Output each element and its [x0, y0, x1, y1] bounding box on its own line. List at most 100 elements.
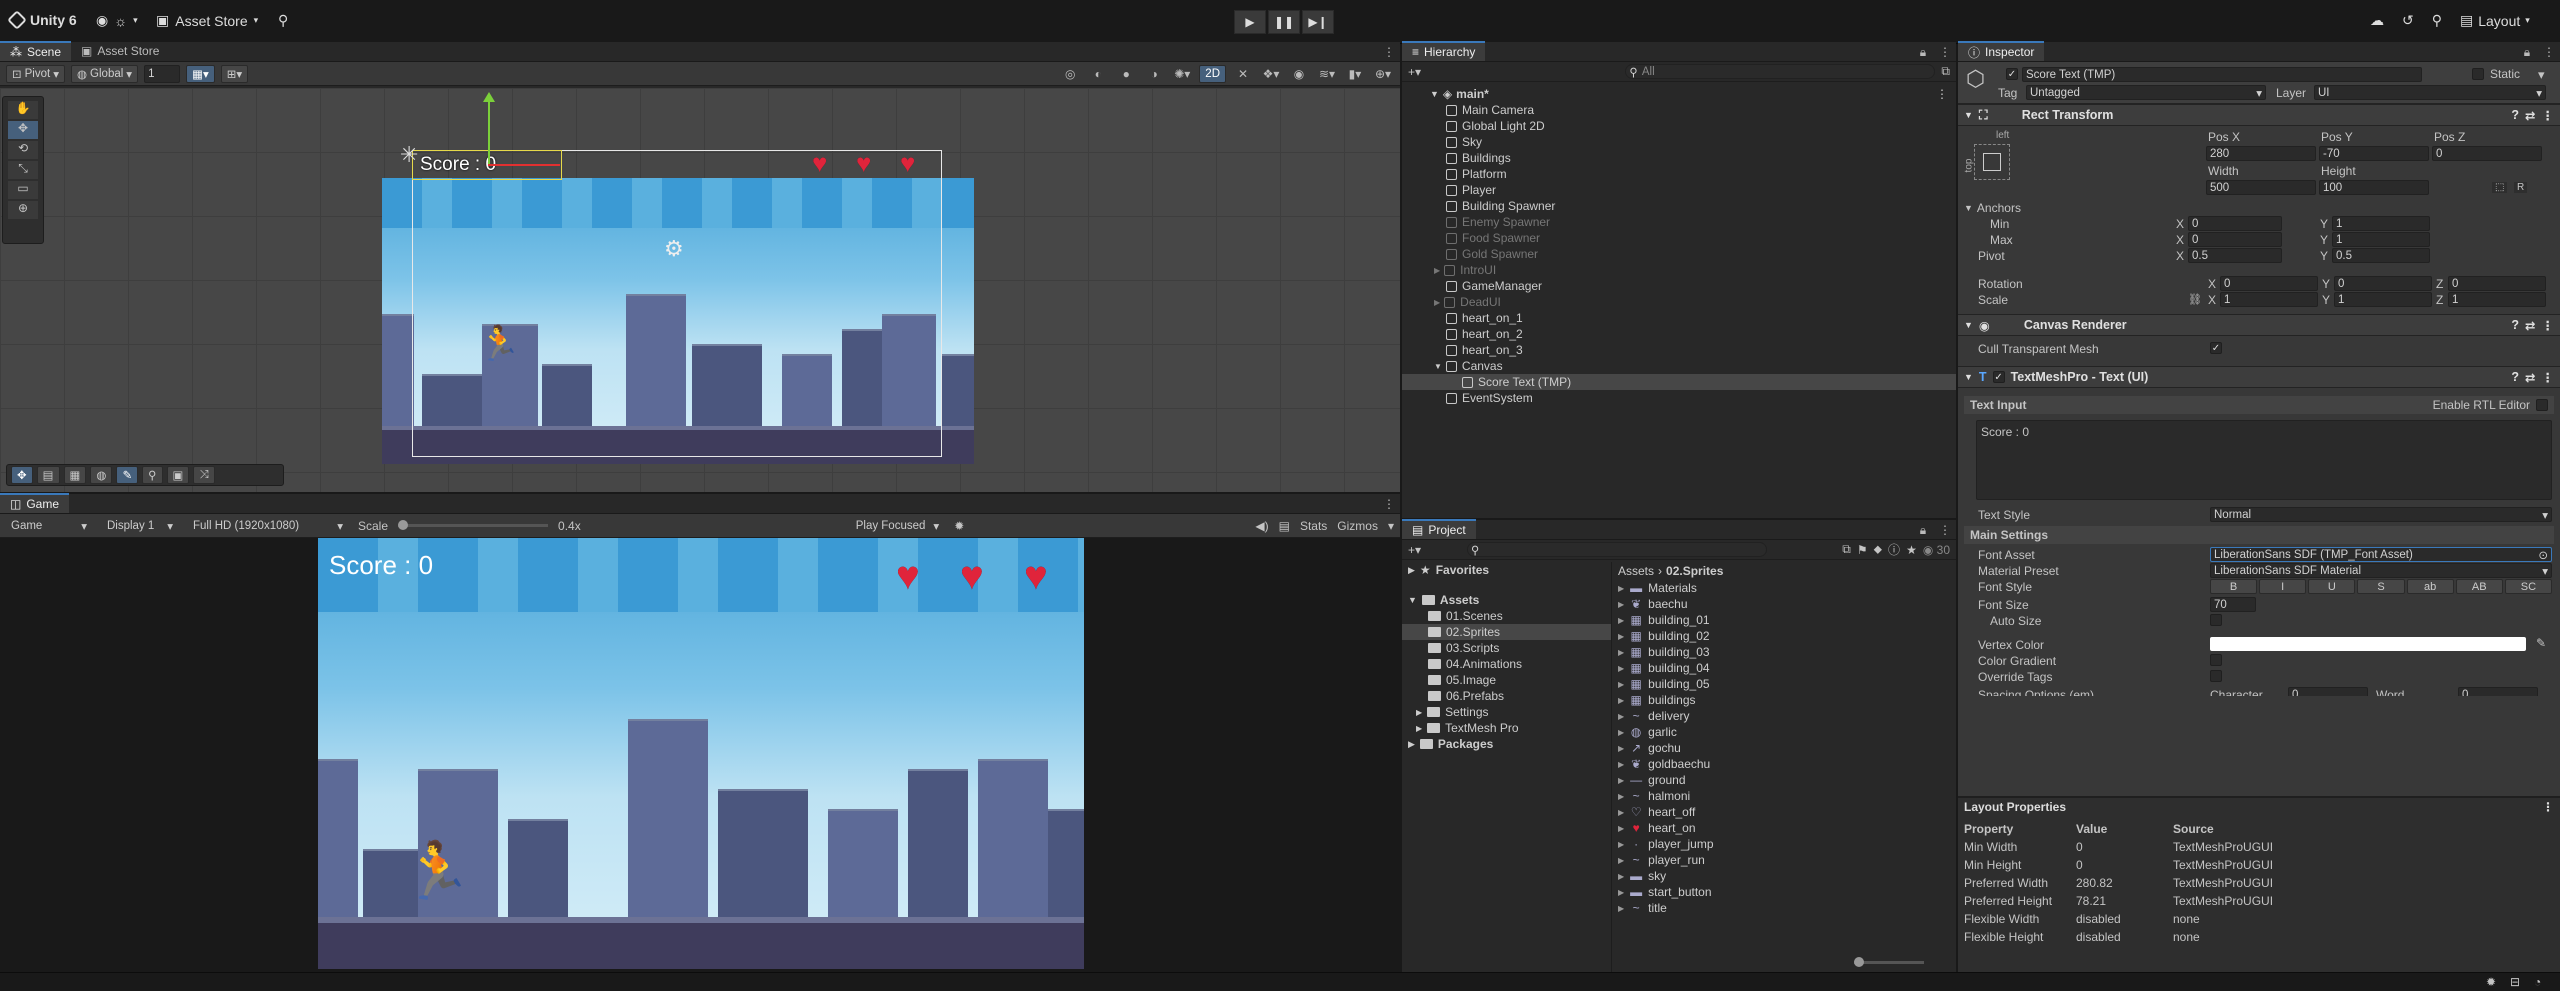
favorites-item[interactable]: ▶ ★ Favorites — [1402, 562, 1611, 578]
font-style-button[interactable]: B — [2210, 579, 2258, 594]
chevron-down-icon[interactable]: ▾ — [2538, 67, 2545, 83]
help-icon[interactable]: ? — [2511, 108, 2519, 122]
pivot-y-field[interactable]: 0.5 — [2332, 248, 2430, 263]
project-folder-item[interactable]: 05.Image — [1402, 672, 1611, 688]
paint-icon[interactable]: ✎ — [116, 466, 139, 484]
more-menu-icon[interactable]: ⋮ — [2542, 370, 2555, 385]
anchor-max-x-field[interactable]: 0 — [2188, 232, 2282, 247]
sprite-icon[interactable]: ◍ — [90, 466, 113, 484]
more-menu-icon[interactable]: ⋮ — [1936, 87, 1948, 101]
game-mode-dropdown[interactable]: Game ▾ — [6, 517, 92, 535]
hierarchy-item[interactable]: Food Spawner — [1402, 230, 1956, 246]
anchor-max-y-field[interactable]: 1 — [2332, 232, 2430, 247]
more-menu-icon[interactable]: ⋮ — [1934, 43, 1956, 61]
bug-icon[interactable]: ✹ — [954, 519, 964, 533]
font-style-button[interactable]: ab — [2406, 579, 2454, 594]
project-file-item[interactable]: ▶ ▦ building_03 — [1614, 644, 1954, 660]
hierarchy-item[interactable]: Score Text (TMP) — [1402, 374, 1956, 390]
project-file-item[interactable]: ▶ ♡ heart_off — [1614, 804, 1954, 820]
hierarchy-item[interactable]: Platform — [1402, 166, 1956, 182]
tilemap-icon[interactable]: ▤ — [36, 466, 60, 484]
project-folder-item[interactable]: ▶ Settings — [1402, 704, 1611, 720]
star-icon[interactable]: ★ — [1906, 543, 1917, 557]
static-checkbox[interactable] — [2472, 68, 2484, 80]
rot-y-field[interactable]: 0 — [2334, 276, 2432, 291]
more-menu-icon[interactable]: ⋮ — [1378, 43, 1400, 61]
hierarchy-item[interactable]: GameManager — [1402, 278, 1956, 294]
height-field[interactable]: 100 — [2319, 180, 2429, 195]
grid-size-field[interactable]: 1 — [144, 64, 181, 83]
tmp-header[interactable]: ▼ T ✓ TextMeshPro - Text (UI) ? ⇄ ⋮ — [1958, 366, 2560, 388]
hierarchy-item[interactable]: EventSystem — [1402, 390, 1956, 406]
more-menu-icon[interactable]: ⋮ — [2542, 108, 2555, 123]
camera-icon[interactable]: ▮▾ — [1344, 65, 1366, 83]
cache-icon[interactable]: ⊟ — [2510, 975, 2520, 989]
rot-x-field[interactable]: 0 — [2220, 276, 2318, 291]
shuffle-icon[interactable]: ⤨ — [193, 466, 215, 484]
tmp-enabled-checkbox[interactable]: ✓ — [1992, 371, 2005, 383]
project-file-item[interactable]: ▶ ~ title — [1614, 900, 1954, 916]
preset-icon[interactable]: ⇄ — [2525, 370, 2535, 385]
display-dropdown[interactable]: Display 1 ▾ — [102, 517, 178, 535]
play-button[interactable]: ▶ — [1234, 10, 1266, 34]
pause-button[interactable]: ❚❚ — [1268, 10, 1300, 34]
snap-increment-button[interactable]: ⊞▾ — [220, 64, 249, 83]
history-icon[interactable]: ↺ — [2402, 12, 2414, 29]
eyedropper-icon[interactable]: ✎ — [2536, 636, 2546, 650]
project-file-item[interactable]: ▶ ▬ sky — [1614, 868, 1954, 884]
move-gizmo-y[interactable] — [488, 98, 490, 166]
project-file-item[interactable]: ▶ ~ player_run — [1614, 852, 1954, 868]
snap-icon[interactable]: ✥ — [11, 466, 33, 484]
layer-dropdown[interactable]: UI ▾ — [2314, 85, 2546, 100]
bug-icon[interactable]: ✹ — [2486, 975, 2496, 989]
font-style-button[interactable]: SC — [2504, 579, 2552, 594]
project-search-input[interactable]: ⚲ — [1467, 542, 1768, 557]
scale-slider[interactable] — [398, 520, 549, 530]
rect-tool-icon[interactable]: ▭ — [8, 181, 38, 199]
project-file-item[interactable]: ▶ ~ delivery — [1614, 708, 1954, 724]
material-preset-dropdown[interactable]: LiberationSans SDF Material ▾ — [2210, 563, 2552, 578]
project-file-item[interactable]: ▶ ▦ building_01 — [1614, 612, 1954, 628]
more-menu-icon[interactable]: ⋮ — [2538, 43, 2560, 61]
hierarchy-item[interactable]: ▼ Canvas — [1402, 358, 1956, 374]
wireframe-icon[interactable]: ◐ — [1087, 65, 1109, 83]
font-style-button[interactable]: I — [2259, 579, 2307, 594]
rot-z-field[interactable]: 0 — [2448, 276, 2546, 291]
add-icon[interactable]: +▾ — [1408, 543, 1421, 557]
grid-icon[interactable]: ▦ — [63, 466, 87, 484]
override-tags-checkbox[interactable] — [2210, 670, 2222, 682]
search-label-icon[interactable]: ⚑ — [1857, 543, 1868, 557]
packages-item[interactable]: ▶ Packages — [1402, 736, 1611, 752]
asset-store-dropdown[interactable]: ▣ Asset Store ▾ — [156, 12, 258, 29]
mode-2d-button[interactable]: 2D — [1199, 64, 1226, 83]
lock-icon[interactable]: 🔒︎ — [1912, 521, 1934, 539]
breadcrumb-current[interactable]: 02.Sprites — [1666, 564, 1723, 578]
anchor-preset-button[interactable] — [1974, 144, 2010, 180]
assets-root-item[interactable]: ▼ Assets — [1402, 592, 1611, 608]
icon-size-slider[interactable] — [1854, 957, 1924, 967]
hand-tool-icon[interactable]: ✋ — [8, 101, 38, 119]
raw-edit-icon[interactable]: R — [2514, 182, 2528, 193]
icon-size-slider-handle[interactable] — [1854, 957, 1864, 967]
lighting-icon[interactable]: ◑ — [1143, 65, 1165, 83]
hierarchy-search-input[interactable]: ⚲ All — [1625, 64, 1936, 79]
scene-viewport[interactable]: Score : 0 ♥ ♥ ♥ 🏃 ✳ ⚙ ✋ ✥ ⟲ ⤡ ▭ ⊕ — [0, 88, 1400, 492]
filter-icon[interactable]: ⧉ — [1941, 64, 1950, 79]
rotate-tool-icon[interactable]: ⟲ — [8, 141, 38, 159]
scale-tool-icon[interactable]: ⤡ — [8, 161, 38, 179]
stamp-icon[interactable]: ▣ — [166, 466, 190, 484]
project-file-item[interactable]: ▶ — ground — [1614, 772, 1954, 788]
resolution-dropdown[interactable]: Full HD (1920x1080) ▾ — [188, 517, 348, 535]
tab-scene[interactable]: ⁂ Scene — [0, 41, 72, 61]
text-input-area[interactable]: Score : 0 — [1976, 420, 2552, 500]
game-settings-icon[interactable]: ▤ — [1279, 519, 1290, 533]
tab-hierarchy[interactable]: ≡ Hierarchy — [1402, 41, 1486, 61]
help-icon[interactable]: ? — [2511, 370, 2519, 384]
scene-root[interactable]: ▼ ◈ main* ⋮ — [1402, 86, 1956, 102]
layers-icon[interactable]: ≋▾ — [1316, 65, 1338, 83]
tab-project[interactable]: ▤ Project — [1402, 519, 1476, 539]
progress-icon[interactable]: ◔ — [2534, 975, 2541, 989]
width-field[interactable]: 500 — [2206, 180, 2316, 195]
project-file-item[interactable]: ▶ · player_jump — [1614, 836, 1954, 852]
rtl-checkbox[interactable] — [2536, 399, 2548, 411]
